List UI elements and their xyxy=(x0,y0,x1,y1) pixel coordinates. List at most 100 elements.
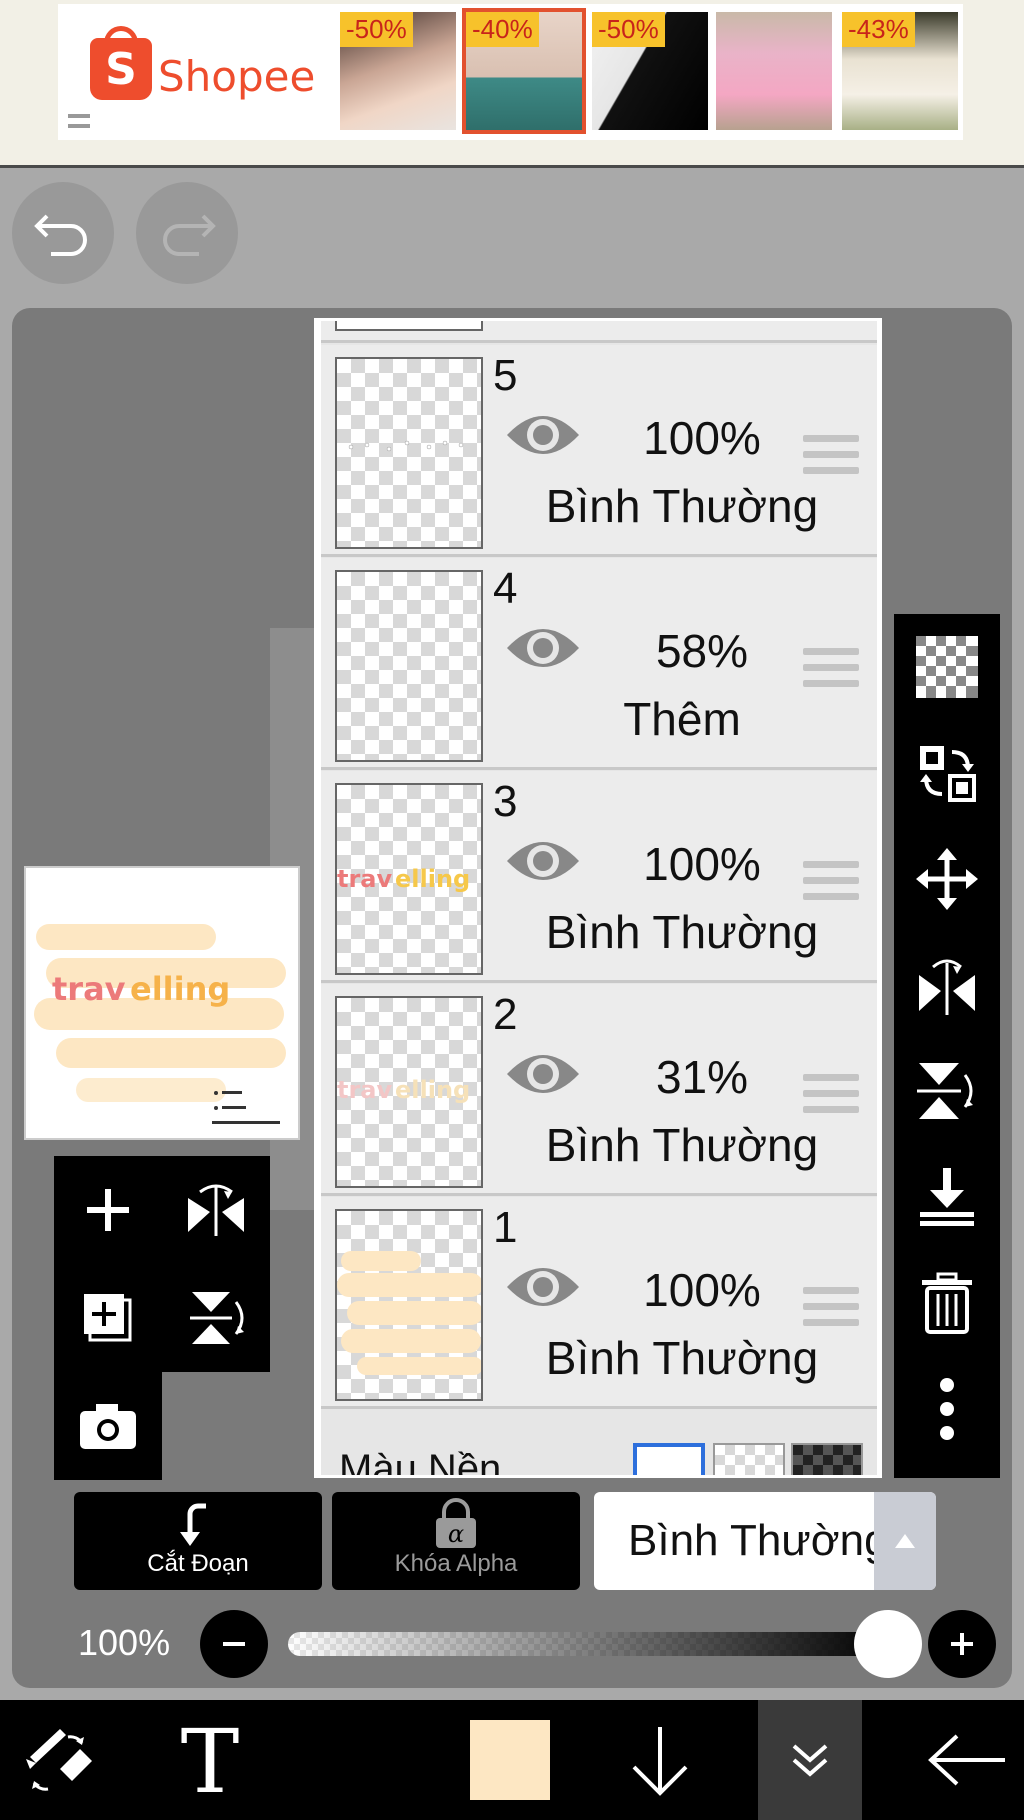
flip-layer-vertical-button[interactable] xyxy=(894,1038,1000,1144)
preview-artwork: trav elling xyxy=(34,924,286,1124)
visibility-eye-icon[interactable] xyxy=(505,1046,581,1102)
background-label: Màu Nền xyxy=(339,1447,502,1478)
swap-layers-button[interactable] xyxy=(894,720,1000,826)
drag-handle-icon[interactable] xyxy=(803,861,859,905)
svg-text:trav: trav xyxy=(337,1076,393,1104)
delete-layer-button[interactable] xyxy=(894,1250,1000,1356)
brush-eraser-toggle-button[interactable] xyxy=(0,1700,120,1820)
merge-down-icon xyxy=(920,1168,974,1226)
more-options-button[interactable] xyxy=(894,1356,1000,1462)
layer-down-button[interactable] xyxy=(610,1700,710,1820)
merge-down-button[interactable] xyxy=(894,1144,1000,1250)
layer-opacity: 100% xyxy=(643,1264,761,1316)
layer-number: 3 xyxy=(493,777,518,826)
svg-text:elling: elling xyxy=(130,970,230,1008)
layers-collapse-button[interactable] xyxy=(758,1700,862,1820)
opacity-decrease-button[interactable] xyxy=(200,1610,268,1678)
text-tool-button[interactable]: T xyxy=(150,1700,270,1820)
ad-product-thumb[interactable]: -50% xyxy=(592,12,708,130)
layer-row[interactable]: 5 100% Bình Thường xyxy=(321,345,877,557)
layer-row-partial[interactable] xyxy=(321,321,877,343)
visibility-eye-icon[interactable] xyxy=(505,833,581,889)
layer-opacity: 100% xyxy=(643,412,761,464)
minus-icon xyxy=(223,1642,245,1646)
current-color-swatch xyxy=(470,1720,550,1800)
plus-icon xyxy=(87,1189,129,1231)
layer-thumbnail: trav elling xyxy=(335,996,483,1188)
flip-horizontal-icon xyxy=(919,959,975,1015)
transparency-button[interactable] xyxy=(894,614,1000,720)
alpha-lock-button[interactable]: α Khóa Alpha xyxy=(332,1492,580,1590)
duplicate-layer-icon xyxy=(84,1294,132,1342)
layer-blend-mode: Bình Thường xyxy=(545,1332,819,1384)
add-layer-button[interactable] xyxy=(54,1156,162,1264)
drag-handle-icon[interactable] xyxy=(803,1287,859,1331)
ad-product-thumb[interactable] xyxy=(716,12,832,130)
layer-blend-mode: Thêm xyxy=(623,693,741,745)
svg-text:elling: elling xyxy=(395,865,470,893)
drag-handle-icon[interactable] xyxy=(803,648,859,692)
back-button[interactable] xyxy=(910,1700,1024,1820)
layer-opacity: 58% xyxy=(655,625,749,677)
layer-thumbnail: trav elling xyxy=(335,783,483,975)
background-transparent-swatch[interactable] xyxy=(713,1443,785,1475)
plus-icon xyxy=(951,1633,973,1655)
blend-mode-select[interactable]: Bình Thường xyxy=(594,1492,936,1590)
text-icon: T xyxy=(181,1720,240,1800)
layer-tool-pad xyxy=(54,1156,270,1480)
visibility-eye-icon[interactable] xyxy=(505,620,581,676)
opacity-slider-knob[interactable] xyxy=(854,1610,922,1678)
camera-button[interactable] xyxy=(54,1372,162,1480)
ad-product-thumb[interactable]: -50% xyxy=(340,12,456,130)
undo-icon xyxy=(34,214,87,256)
move-icon xyxy=(916,848,978,910)
canvas-preview[interactable]: trav elling xyxy=(24,866,300,1140)
drag-handle-icon[interactable] xyxy=(803,435,859,479)
layers-panel[interactable]: 5 100% Bình Thường 4 58% Thêm trav elling… xyxy=(314,318,882,1478)
discount-badge: -40% xyxy=(466,12,539,47)
svg-text:elling: elling xyxy=(395,1076,470,1104)
background-color-row: Màu Nền xyxy=(321,1413,877,1478)
layer-opacity: 100% xyxy=(643,838,761,890)
bottom-toolbar: T xyxy=(0,1700,1024,1820)
blend-mode-dropdown-button[interactable] xyxy=(874,1492,936,1590)
layer-number: 1 xyxy=(493,1203,518,1252)
undo-button[interactable] xyxy=(12,182,114,284)
ad-banner[interactable]: S Shopee -50% -40% -50% -43% xyxy=(0,0,1024,168)
layer-row[interactable]: 1 100% Bình Thường xyxy=(321,1197,877,1409)
flip-horizontal-button[interactable] xyxy=(162,1156,270,1264)
layer-row[interactable]: 4 58% Thêm xyxy=(321,558,877,770)
discount-badge: -50% xyxy=(340,12,413,47)
clipping-button[interactable]: Cắt Đoạn xyxy=(74,1492,322,1590)
background-dark-swatch[interactable] xyxy=(791,1443,863,1475)
layer-row[interactable]: trav elling 3 100% Bình Thường xyxy=(321,771,877,983)
discount-badge: -50% xyxy=(592,12,665,47)
camera-icon xyxy=(80,1404,136,1449)
ad-product-thumb[interactable]: -43% xyxy=(842,12,958,130)
layer-number: 5 xyxy=(493,351,518,400)
layer-thumbnail xyxy=(335,357,483,549)
chevron-double-down-icon xyxy=(792,1744,828,1777)
opacity-slider-track[interactable] xyxy=(288,1632,888,1656)
alpha-lock-label: Khóa Alpha xyxy=(394,1550,518,1577)
layer-thumbnail xyxy=(335,1209,483,1401)
duplicate-layer-button[interactable] xyxy=(54,1264,162,1372)
flip-vertical-button[interactable] xyxy=(162,1264,270,1372)
background-white-swatch[interactable] xyxy=(633,1443,705,1475)
layer-thumbnail xyxy=(335,570,483,762)
layer-number: 4 xyxy=(493,564,518,613)
color-picker-button[interactable] xyxy=(458,1700,562,1820)
arrow-left-icon xyxy=(928,1734,1005,1786)
layer-row[interactable]: trav elling 2 31% Bình Thường xyxy=(321,984,877,1196)
checkerboard-icon xyxy=(916,636,978,698)
drag-handle-icon[interactable] xyxy=(803,1074,859,1118)
visibility-eye-icon[interactable] xyxy=(505,407,581,463)
ad-menu-icon[interactable] xyxy=(68,114,90,128)
ad-product-thumb[interactable]: -40% xyxy=(462,8,586,134)
opacity-increase-button[interactable] xyxy=(928,1610,996,1678)
flip-layer-horizontal-button[interactable] xyxy=(894,932,1000,1038)
visibility-eye-icon[interactable] xyxy=(505,1259,581,1315)
redo-button[interactable] xyxy=(136,182,238,284)
move-button[interactable] xyxy=(894,826,1000,932)
arrow-down-icon xyxy=(632,1727,688,1796)
